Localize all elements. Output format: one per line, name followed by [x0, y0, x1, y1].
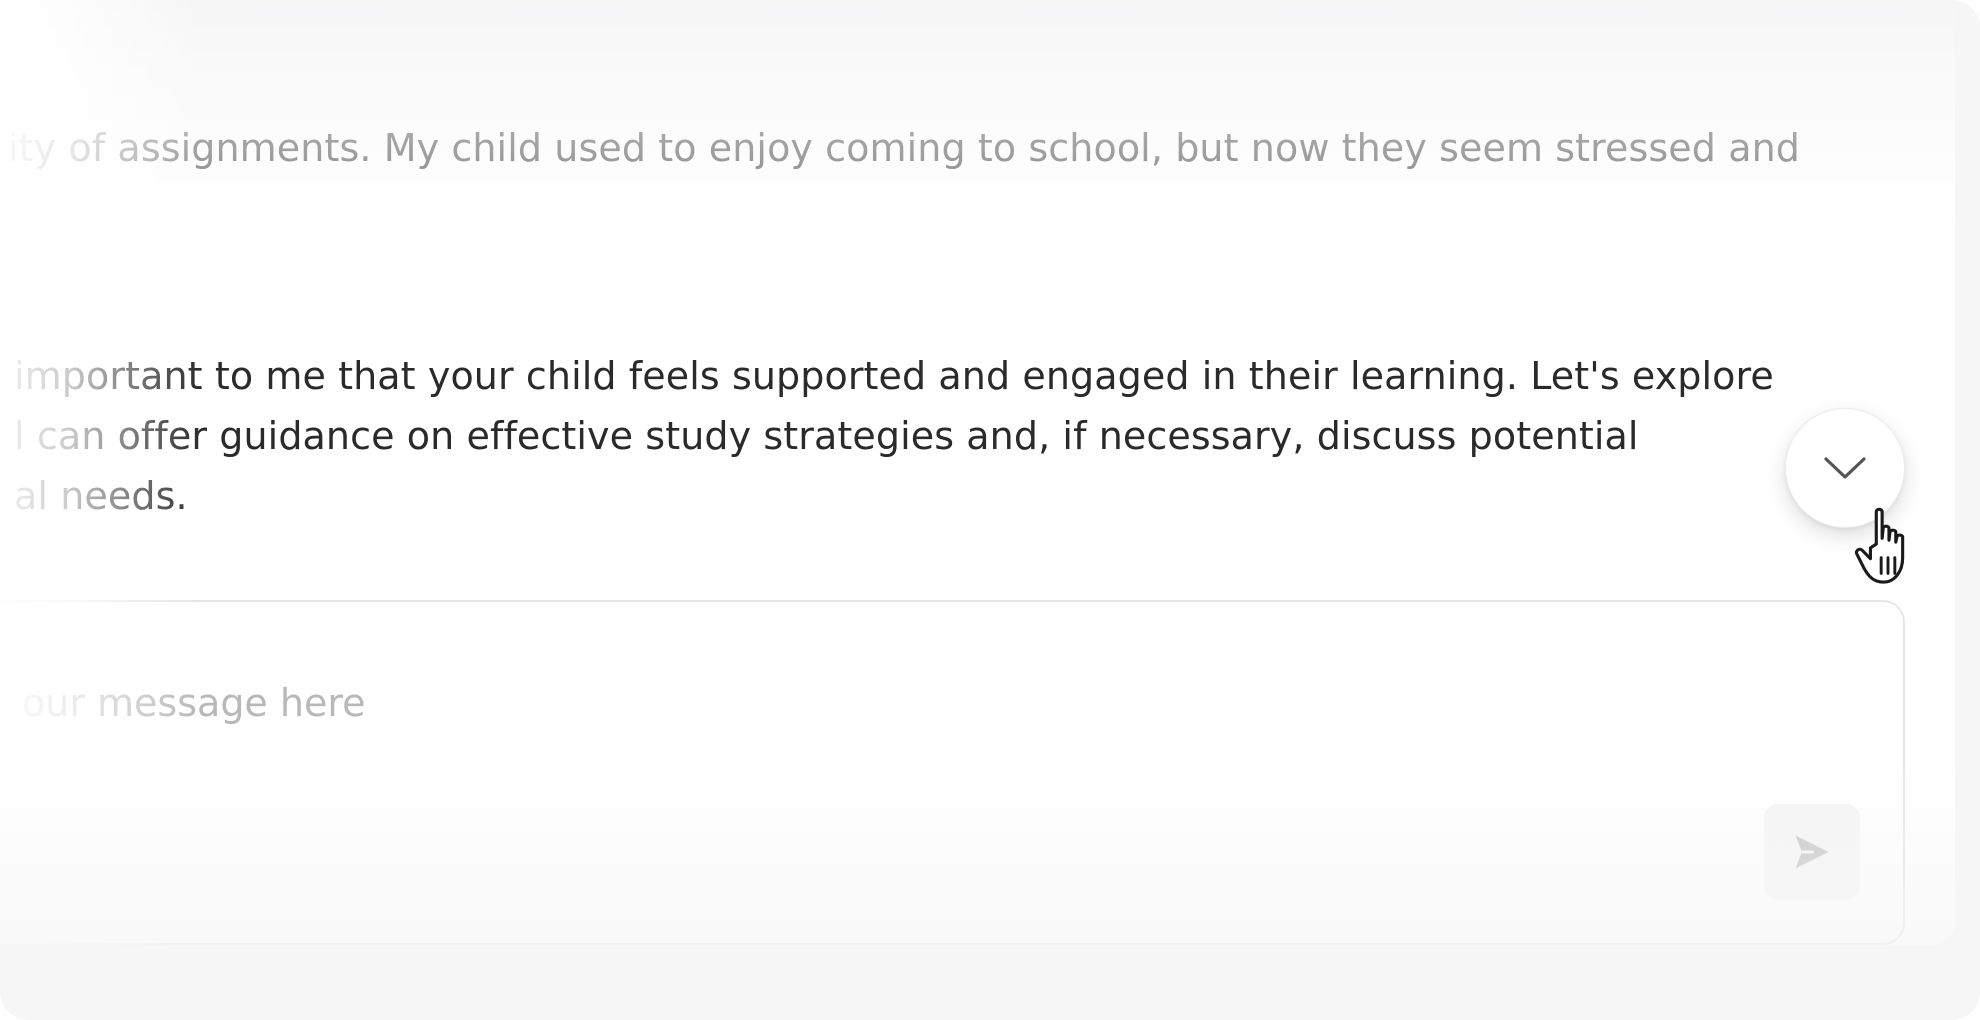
send-button[interactable]: [1764, 804, 1860, 900]
reply-line: al needs.: [14, 474, 188, 518]
reply-line: l can offer guidance on effective study …: [14, 414, 1639, 458]
window-edge: [1955, 0, 1980, 1020]
chat-panel: ity of assignments. My child used to enj…: [0, 0, 1955, 945]
assistant-reply: important to me that your child feels su…: [14, 346, 1774, 526]
message-input[interactable]: [22, 668, 1722, 738]
chevron-down-icon: [1824, 457, 1866, 479]
top-fade-overlay: [0, 0, 1955, 230]
reply-line: important to me that your child feels su…: [14, 354, 1774, 398]
app-frame: ity of assignments. My child used to enj…: [0, 0, 1980, 1020]
previous-message: ity of assignments. My child used to enj…: [8, 126, 1800, 170]
hand-pointer-cursor-icon: [1854, 507, 1905, 584]
send-icon: [1795, 835, 1829, 869]
message-composer: [0, 600, 1905, 945]
